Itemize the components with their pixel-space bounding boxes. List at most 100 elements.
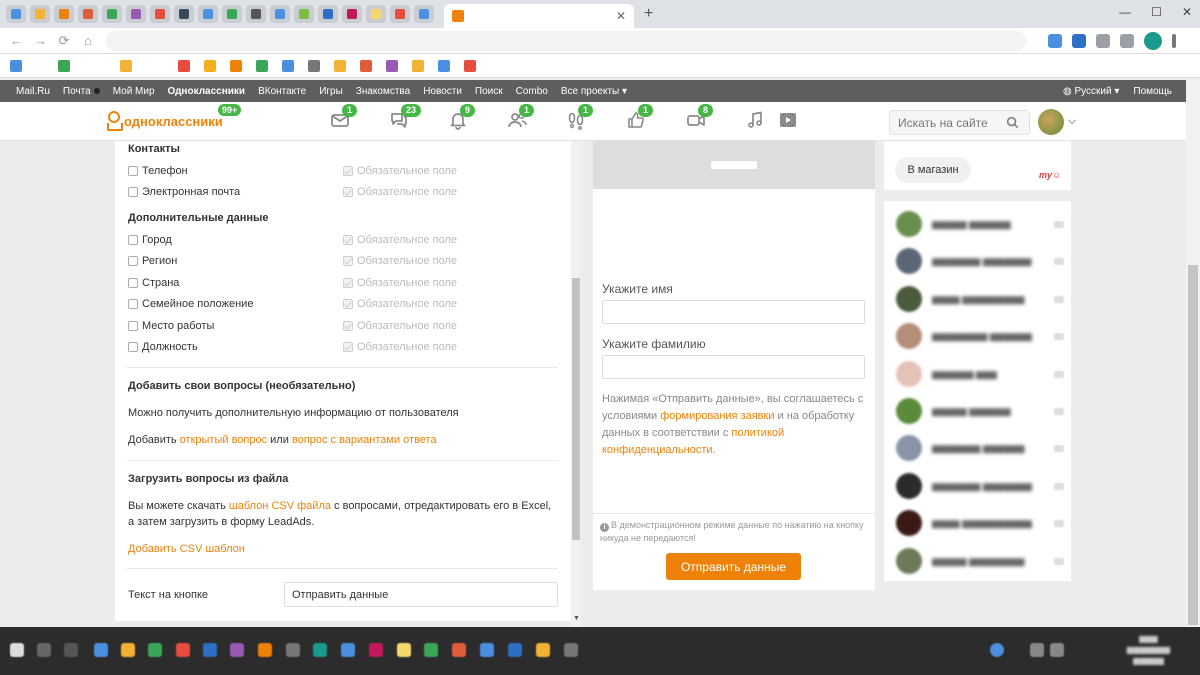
- browser-tab[interactable]: [174, 5, 194, 23]
- field-email[interactable]: Электронная почта: [128, 186, 240, 198]
- field-marital-status[interactable]: Семейное положение: [128, 298, 253, 310]
- list-item[interactable]: ▆▆▆▆▆▆▆ ▆▆▆▆▆▆: [896, 434, 1064, 462]
- settings-scroll-thumb[interactable]: [572, 278, 580, 540]
- page-scrollbar[interactable]: [1186, 80, 1200, 627]
- browser-tab[interactable]: [318, 5, 338, 23]
- help-link[interactable]: Помощь: [1133, 86, 1172, 97]
- checkbox[interactable]: [128, 342, 138, 352]
- browser-tab[interactable]: [246, 5, 266, 23]
- bookmark-item[interactable]: [333, 59, 346, 72]
- scroll-down-icon[interactable]: ▼: [573, 615, 580, 622]
- browser-tab[interactable]: [414, 5, 434, 23]
- clock[interactable]: ▆▆▆ ▆▆▆▆▆▆▆ ▆▆▆▆▆: [1127, 633, 1170, 666]
- nav-music[interactable]: [745, 110, 767, 132]
- nav-friends[interactable]: 1: [507, 104, 535, 132]
- field-phone[interactable]: Телефон: [128, 165, 188, 177]
- start-icon[interactable]: [10, 643, 24, 657]
- taskbar-app-icon[interactable]: [313, 643, 327, 657]
- field-position[interactable]: Должность: [128, 341, 198, 353]
- close-tab-icon[interactable]: ✕: [616, 9, 626, 23]
- extension-icon[interactable]: [1072, 33, 1086, 48]
- taskbar-app-icon[interactable]: [369, 643, 383, 657]
- nav-discussions[interactable]: 23: [389, 104, 422, 132]
- ok-logo[interactable]: одноклассники 99+: [106, 104, 242, 131]
- portal-link-mail[interactable]: Почта: [63, 86, 100, 97]
- checkbox[interactable]: [128, 187, 138, 197]
- new-tab-icon[interactable]: +: [644, 5, 653, 23]
- taskbar-app-icon[interactable]: [230, 643, 244, 657]
- browser-tab[interactable]: [198, 5, 218, 23]
- maximize-icon[interactable]: ☐: [1151, 5, 1162, 19]
- browser-tab[interactable]: [222, 5, 242, 23]
- settings-scrollbar[interactable]: ▼: [571, 141, 581, 627]
- browser-tab[interactable]: [150, 5, 170, 23]
- browser-tab[interactable]: [54, 5, 74, 23]
- checkbox[interactable]: [128, 278, 138, 288]
- nav-video-player[interactable]: [778, 110, 800, 132]
- window-close-icon[interactable]: ✕: [1182, 5, 1192, 19]
- portal-link-mailru[interactable]: Mail.Ru: [16, 86, 50, 97]
- nav-notifications[interactable]: 9: [448, 104, 476, 132]
- bookmark-item[interactable]: [203, 59, 216, 72]
- bookmark-item[interactable]: [229, 59, 242, 72]
- checkbox[interactable]: [128, 235, 138, 245]
- portal-link-all-projects[interactable]: Все проекты ▾: [561, 86, 627, 97]
- browser-tab[interactable]: [102, 5, 122, 23]
- list-item[interactable]: ▆▆▆▆▆▆▆▆ ▆▆▆▆▆▆▆: [896, 322, 1064, 350]
- browser-menu-icon[interactable]: [1172, 33, 1176, 48]
- back-icon[interactable]: ←: [10, 33, 23, 48]
- list-item[interactable]: ▆▆▆▆▆▆ ▆▆▆: [896, 360, 1064, 388]
- extension-icon[interactable]: [1120, 33, 1134, 48]
- bookmark-item[interactable]: [437, 59, 450, 72]
- nav-messages[interactable]: 1: [330, 104, 358, 132]
- bookmark-item[interactable]: [281, 59, 294, 72]
- portal-link-dating[interactable]: Знакомства: [356, 86, 410, 97]
- taskbar-app-icon[interactable]: [397, 643, 411, 657]
- taskbar-app-icon[interactable]: [536, 643, 550, 657]
- checkbox[interactable]: [128, 299, 138, 309]
- avatar[interactable]: [1038, 109, 1064, 135]
- taskbar-app-icon[interactable]: [203, 643, 217, 657]
- extension-icon[interactable]: [1096, 33, 1110, 48]
- portal-link-vk[interactable]: ВКонтакте: [258, 86, 306, 97]
- language-select[interactable]: ◍ Русский ▾: [1063, 86, 1119, 97]
- browser-tab[interactable]: [270, 5, 290, 23]
- portal-link-games[interactable]: Игры: [319, 86, 343, 97]
- add-csv-link[interactable]: Добавить CSV шаблон: [128, 541, 245, 557]
- button-text-input[interactable]: [284, 582, 558, 607]
- site-search[interactable]: [889, 110, 1030, 135]
- taskbar-app-icon[interactable]: [424, 643, 438, 657]
- submit-data-button[interactable]: Отправить данные: [666, 553, 801, 580]
- profile-icon[interactable]: [1144, 31, 1162, 50]
- browser-tab[interactable]: [6, 5, 26, 23]
- page-scroll-thumb[interactable]: [1188, 265, 1198, 625]
- search-icon[interactable]: [1006, 116, 1019, 129]
- bookmark-item[interactable]: [255, 59, 268, 72]
- taskbar-app-icon[interactable]: [286, 643, 300, 657]
- bookmark-item[interactable]: [10, 59, 44, 72]
- bookmark-item[interactable]: [177, 59, 190, 72]
- bookmark-item[interactable]: [57, 59, 107, 72]
- browser-tab[interactable]: [78, 5, 98, 23]
- last-name-input[interactable]: [602, 355, 865, 379]
- bookmark-item[interactable]: [359, 59, 372, 72]
- nav-video[interactable]: 8: [686, 104, 714, 132]
- browser-tab[interactable]: [294, 5, 314, 23]
- taskbar-app-icon[interactable]: [508, 643, 522, 657]
- task-view-icon[interactable]: [64, 643, 78, 657]
- application-terms-link[interactable]: формирования заявки: [660, 410, 774, 422]
- field-workplace[interactable]: Место работы: [128, 320, 214, 332]
- checkbox[interactable]: [128, 256, 138, 266]
- portal-link-search[interactable]: Поиск: [475, 86, 503, 97]
- home-icon[interactable]: ⌂: [82, 33, 94, 48]
- forward-icon[interactable]: →: [34, 33, 47, 48]
- bookmark-item[interactable]: [385, 59, 398, 72]
- search-icon[interactable]: [37, 643, 51, 657]
- taskbar-app-icon[interactable]: [121, 643, 135, 657]
- chevron-down-icon[interactable]: [1068, 116, 1076, 124]
- portal-link-myworld[interactable]: Мой Мир: [113, 86, 155, 97]
- list-item[interactable]: ▆▆▆▆▆▆▆ ▆▆▆▆▆▆▆▆▆: [896, 472, 1064, 500]
- field-country[interactable]: Страна: [128, 277, 179, 289]
- reload-icon[interactable]: ⟳: [58, 33, 70, 49]
- open-question-link[interactable]: открытый вопрос: [180, 434, 267, 446]
